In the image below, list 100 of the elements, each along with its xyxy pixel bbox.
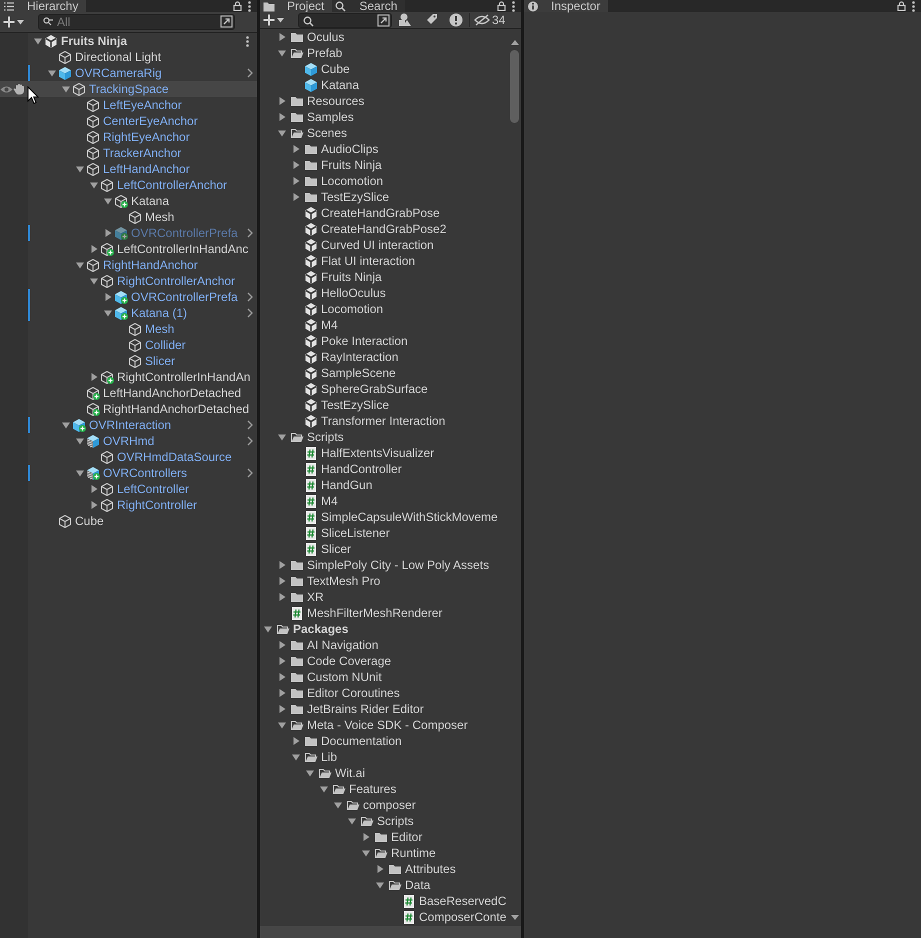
panel-tab[interactable]: Search	[332, 0, 406, 12]
asset-name[interactable]: M4	[321, 318, 338, 332]
asset-name[interactable]: MeshFilterMeshRenderer	[307, 606, 442, 620]
asset-name[interactable]: SampleScene	[321, 366, 396, 380]
cube-outline-icon	[100, 450, 114, 464]
asset-name[interactable]: HandController	[321, 462, 402, 476]
object-name: CenterEyeAnchor	[103, 114, 198, 128]
asset-name[interactable]: Slicer	[321, 542, 352, 556]
asset-name[interactable]: Scripts	[377, 814, 414, 828]
search-icon	[303, 16, 314, 26]
asset-name[interactable]: Custom NUnit	[307, 670, 382, 684]
asset-name[interactable]: Katana	[321, 78, 360, 92]
asset-name[interactable]: Runtime	[391, 846, 436, 860]
asset-name[interactable]: Scripts	[307, 430, 344, 444]
asset-name[interactable]: Fruits Ninja	[321, 158, 382, 172]
asset-name[interactable]: TestEzySlice	[321, 190, 390, 204]
object-name: OVRHmd	[103, 434, 154, 448]
asset-name[interactable]: Packages	[293, 622, 348, 636]
chevron-icon[interactable]	[247, 292, 253, 302]
object-name: TrackingSpace	[89, 82, 169, 96]
asset-name[interactable]: Prefab	[307, 46, 342, 60]
scroll-down-icon[interactable]	[510, 915, 518, 920]
asset-name[interactable]: SliceListener	[321, 526, 390, 540]
hand-icon[interactable]	[13, 83, 26, 95]
asset-name[interactable]: Resources	[307, 94, 364, 108]
asset-name[interactable]: HelloOculus	[321, 286, 386, 300]
object-picker-icon[interactable]	[220, 15, 233, 28]
hidden-items-button[interactable]: 34	[469, 13, 510, 27]
more-options-icon[interactable]	[512, 0, 515, 12]
asset-name[interactable]: SimplePoly City - Low Poly Assets	[307, 558, 490, 572]
asset-name[interactable]: HalfExtentsVisualizer	[321, 446, 434, 460]
asset-name[interactable]: Code Coverage	[307, 654, 392, 668]
asset-name[interactable]: HandGun	[321, 478, 372, 492]
chevron-icon[interactable]	[247, 228, 253, 238]
object-name: OVRInteraction	[89, 418, 172, 432]
object-name: Fruits Ninja	[61, 34, 128, 48]
chevron-icon[interactable]	[247, 468, 253, 478]
scene-icon	[304, 254, 318, 268]
asset-name[interactable]: Oculus	[307, 30, 344, 44]
asset-name[interactable]: SimpleCapsuleWithStickMoveme	[321, 510, 498, 524]
asset-name[interactable]: Flat UI interaction	[321, 254, 416, 268]
asset-name[interactable]: composer	[363, 798, 416, 812]
asset-name[interactable]: SphereGrabSurface	[321, 382, 428, 396]
asset-name[interactable]: Editor	[391, 830, 422, 844]
object-name: RightHandAnchorDetached	[103, 402, 250, 416]
highlighted-row[interactable]: TrackingSpace	[0, 81, 257, 97]
asset-name[interactable]: BaseReservedC	[419, 894, 506, 908]
chevron-icon[interactable]	[247, 308, 253, 318]
panel-tab[interactable]: Hierarchy	[0, 0, 86, 12]
search-field[interactable]	[298, 12, 392, 28]
scene-icon	[304, 366, 318, 380]
asset-name[interactable]: Attributes	[405, 862, 456, 876]
asset-name[interactable]: Documentation	[321, 734, 402, 748]
asset-name[interactable]: ComposerConte	[419, 910, 506, 924]
chevron-icon[interactable]	[247, 420, 253, 430]
asset-name[interactable]: Locomotion	[321, 302, 384, 316]
asset-name[interactable]: CreateHandGrabPose2	[321, 222, 446, 236]
asset-name[interactable]: Lib	[321, 750, 338, 764]
asset-name[interactable]: CreateHandGrabPose	[321, 206, 440, 220]
asset-name[interactable]: Meta - Voice SDK - Composer	[307, 718, 468, 732]
asset-name[interactable]: AI Navigation	[307, 638, 378, 652]
asset-name[interactable]: M4	[321, 494, 338, 508]
chevron-icon[interactable]	[247, 436, 253, 446]
asset-name[interactable]: Scenes	[307, 126, 348, 140]
cube-outline-icon	[58, 50, 72, 64]
object-picker-icon[interactable]	[377, 14, 390, 26]
asset-name[interactable]: XR	[307, 590, 324, 604]
eye-slash-icon	[474, 14, 490, 26]
asset-name[interactable]: TextMesh Pro	[307, 574, 380, 588]
asset-name[interactable]: Fruits Ninja	[321, 270, 382, 284]
cube-plus-icon	[100, 370, 114, 384]
panel-tab[interactable]: Project	[260, 0, 332, 12]
asset-name[interactable]: Locomotion	[321, 174, 384, 188]
asset-name[interactable]: Transformer Interaction	[321, 414, 446, 428]
lock-icon[interactable]	[897, 1, 906, 11]
panel-tab[interactable]: Inspector	[524, 0, 608, 12]
visibility-eye-icon[interactable]	[0, 84, 13, 94]
folder-icon	[304, 174, 318, 188]
more-options-icon[interactable]	[246, 36, 249, 46]
asset-name[interactable]: Editor Coroutines	[307, 686, 400, 700]
asset-name[interactable]: Poke Interaction	[321, 334, 408, 348]
scroll-up-icon[interactable]	[510, 40, 518, 45]
asset-name[interactable]: Samples	[307, 110, 354, 124]
asset-name[interactable]: Cube	[321, 62, 350, 76]
more-options-icon[interactable]	[248, 0, 251, 12]
asset-name[interactable]: Features	[349, 782, 396, 796]
asset-name[interactable]: AudioClips	[321, 142, 378, 156]
chevron-icon[interactable]	[247, 68, 253, 78]
asset-name[interactable]: TestEzySlice	[321, 398, 390, 412]
lock-icon[interactable]	[497, 1, 506, 11]
asset-name[interactable]: Data	[405, 878, 430, 892]
cube-outline-icon	[128, 210, 142, 224]
search-field[interactable]: All	[38, 14, 235, 30]
more-options-icon[interactable]	[912, 0, 915, 12]
asset-name[interactable]: RayInteraction	[321, 350, 398, 364]
lock-icon[interactable]	[233, 1, 242, 11]
scrollbar-thumb[interactable]	[510, 50, 519, 123]
asset-name[interactable]: JetBrains Rider Editor	[307, 702, 424, 716]
asset-name[interactable]: Curved UI interaction	[321, 238, 434, 252]
asset-name[interactable]: Wit.ai	[335, 766, 365, 780]
